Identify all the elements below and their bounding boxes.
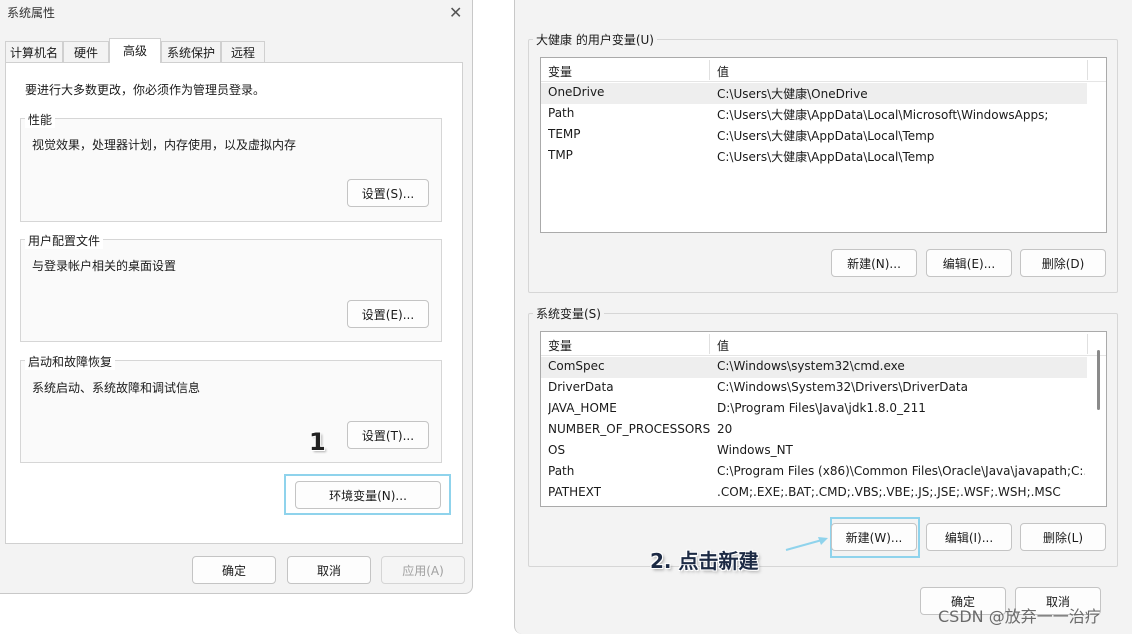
annotation-arrow-icon [785,537,828,551]
user-list-header: 变量 值 [541,58,1106,82]
var-name: DriverData [548,380,614,394]
system-var-row[interactable]: OS Windows_NT [541,441,1087,462]
var-value: 20 [717,422,733,436]
performance-group-title: 性能 [25,111,56,128]
step2-annotation: 2. 点击新建 [650,549,759,573]
tab-system-protection[interactable]: 系统保护 [161,41,221,62]
var-value: .COM;.EXE;.BAT;.CMD;.VBS;.VBE;.JS;.JSE;.… [717,485,1061,499]
watermark: CSDN @放弃一一治疗 [938,607,1101,626]
system-list-scrollbar[interactable] [1097,350,1100,410]
var-value: C:\Windows\system32\cmd.exe [717,359,905,373]
user-delete-button[interactable]: 删除(D) [1020,249,1106,277]
column-header-value[interactable]: 值 [717,63,729,80]
user-profile-settings-button[interactable]: 设置(E)... [347,300,429,328]
apply-button[interactable]: 应用(A) [381,556,465,584]
system-new-button[interactable]: 新建(W)... [831,523,917,551]
system-list-header: 变量 值 [541,332,1106,356]
startup-recovery-settings-button[interactable]: 设置(T)... [347,421,429,449]
performance-settings-button[interactable]: 设置(S)... [347,179,429,207]
ok-button[interactable]: 确定 [192,556,276,584]
column-separator [709,334,710,354]
var-name: OS [548,443,566,457]
column-header-variable[interactable]: 变量 [548,337,572,354]
user-profile-desc: 与登录帐户相关的桌面设置 [32,259,177,273]
var-value: C:\Users\大健康\OneDrive [717,87,868,101]
user-edit-button[interactable]: 编辑(E)... [926,249,1012,277]
dialog-title: 系统属性 [7,6,56,20]
system-edit-button[interactable]: 编辑(I)... [926,523,1012,551]
var-value: C:\Program Files (x86)\Common Files\Orac… [717,464,1085,478]
var-name: PATHEXT [548,485,602,499]
system-variables-title: 系统变量(S) [533,305,604,322]
startup-recovery-desc: 系统启动、系统故障和调试信息 [32,381,201,395]
var-name: TEMP [548,127,581,141]
var-name: OneDrive [548,85,605,99]
startup-recovery-group-title: 启动和故障恢复 [25,353,116,370]
var-value: D:\Program Files\Java\jdk1.8.0_211 [717,401,926,415]
tab-computer-name[interactable]: 计算机名 [5,41,63,62]
system-var-row[interactable]: ComSpec C:\Windows\system32\cmd.exe [541,357,1087,378]
user-var-row[interactable]: TEMP C:\Users\大健康\AppData\Local\Temp [541,125,1087,146]
user-variables-list[interactable]: 变量 值 OneDrive C:\Users\大健康\OneDrive Path… [540,57,1107,233]
performance-desc: 视觉效果，处理器计划，内存使用，以及虚拟内存 [32,138,297,152]
var-name: Path [548,464,575,478]
column-header-value[interactable]: 值 [717,337,729,354]
column-separator [709,60,710,80]
var-value: C:\Windows\System32\Drivers\DriverData [717,380,968,394]
var-value: Windows_NT [717,443,793,457]
tab-remote[interactable]: 远程 [221,41,265,62]
var-name: Path [548,106,575,120]
user-var-row[interactable]: TMP C:\Users\大健康\AppData\Local\Temp [541,146,1087,167]
tab-advanced[interactable]: 高级 [109,38,161,63]
column-separator [1087,334,1088,354]
system-var-row[interactable]: JAVA_HOME D:\Program Files\Java\jdk1.8.0… [541,399,1087,420]
environment-variables-button[interactable]: 环境变量(N)... [295,481,441,509]
var-name: TMP [548,148,573,162]
column-separator [1087,60,1088,80]
tab-hardware[interactable]: 硬件 [63,41,109,62]
system-var-row[interactable]: NUMBER_OF_PROCESSORS 20 [541,420,1087,441]
close-icon[interactable]: ✕ [449,3,462,22]
system-delete-button[interactable]: 删除(L) [1020,523,1106,551]
user-variables-title: 大健康 的用户变量(U) [533,31,657,48]
user-new-button[interactable]: 新建(N)... [831,249,917,277]
user-var-row[interactable]: Path C:\Users\大健康\AppData\Local\Microsof… [541,104,1087,125]
system-var-row[interactable]: PATHEXT .COM;.EXE;.BAT;.CMD;.VBS;.VBE;.J… [541,483,1087,504]
var-name: JAVA_HOME [548,401,617,415]
user-var-row[interactable]: OneDrive C:\Users\大健康\OneDrive [541,83,1087,104]
system-var-row[interactable]: DriverData C:\Windows\System32\Drivers\D… [541,378,1087,399]
admin-note: 要进行大多数更改，你必须作为管理员登录。 [25,83,266,97]
system-variables-list[interactable]: 变量 值 ComSpec C:\Windows\system32\cmd.exe… [540,331,1107,507]
step1-annotation: 1 [309,428,326,456]
var-value: C:\Users\大健康\AppData\Local\Temp [717,150,935,164]
var-value: C:\Users\大健康\AppData\Local\Temp [717,129,935,143]
system-var-row[interactable]: Path C:\Program Files (x86)\Common Files… [541,462,1087,483]
var-name: ComSpec [548,359,605,373]
var-value: C:\Users\大健康\AppData\Local\Microsoft\Win… [717,108,1049,122]
user-profile-group-title: 用户配置文件 [25,232,104,249]
var-name: NUMBER_OF_PROCESSORS [548,422,711,436]
cancel-button[interactable]: 取消 [287,556,371,584]
column-header-variable[interactable]: 变量 [548,63,572,80]
